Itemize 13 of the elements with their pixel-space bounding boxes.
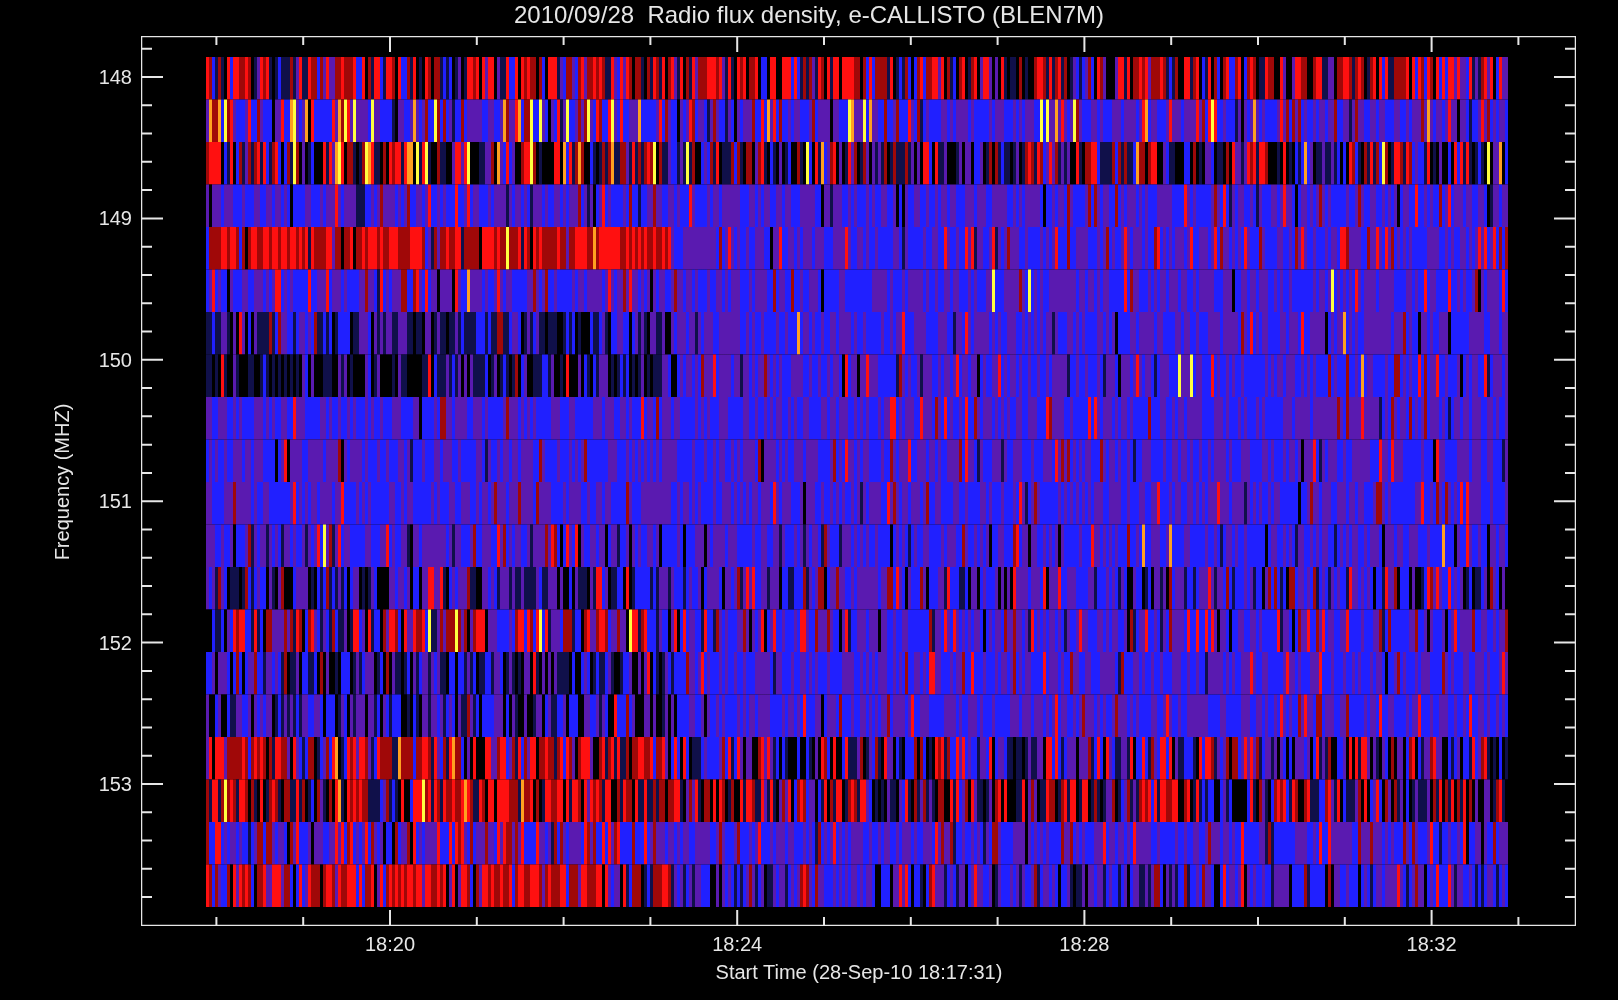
y-tick-label: 153 [97,772,132,796]
x-axis-label: Start Time (28-Sep-10 18:17:31) [715,960,1003,984]
x-tick-label: 18:32 [1405,932,1458,956]
y-tick-label: 150 [97,347,132,372]
y-tick-label: 152 [97,630,132,655]
x-tick-label: 18:24 [711,932,764,956]
y-axis-label: Frequency (MHZ) [50,403,74,561]
chart-title: 2010/09/28 Radio flux density, e-CALLISTO (BLEN7M) [513,0,1105,30]
y-tick-label: 148 [97,65,132,89]
x-tick-label: 18:20 [363,932,417,956]
x-tick-label: 18:28 [1058,932,1111,956]
y-tick-label: 151 [97,489,132,514]
y-tick-label: 149 [97,206,132,231]
